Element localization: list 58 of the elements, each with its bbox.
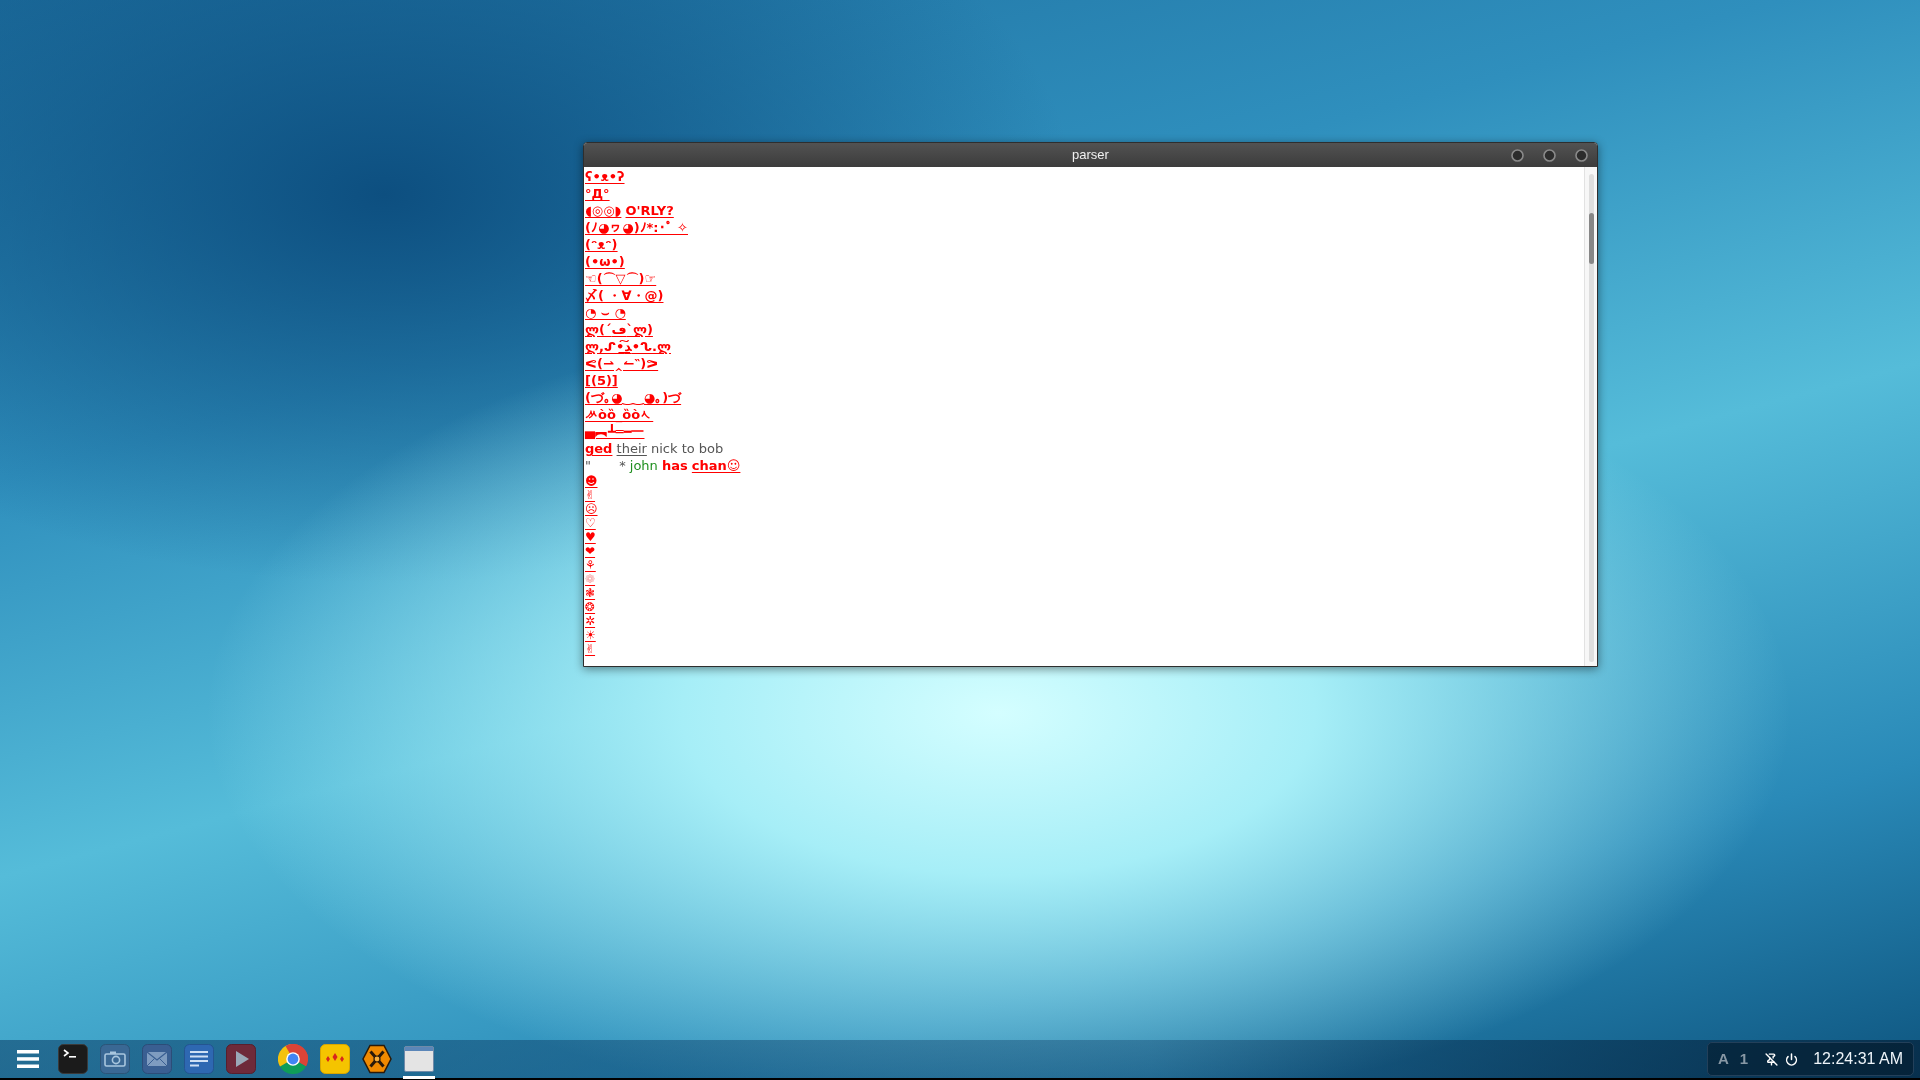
emoticon-text: ✌ bbox=[585, 642, 596, 656]
envelope-icon bbox=[142, 1044, 172, 1074]
keyboard-layout-indicator[interactable]: A bbox=[1717, 1047, 1729, 1071]
emoticon-text: ❁ bbox=[585, 572, 596, 586]
emoticon-text: ▄︻┻═━一 bbox=[585, 424, 645, 439]
emoticon-text: ლ(´ڡ`ლ) bbox=[585, 322, 653, 337]
emoticon-text: (ᵔᴥᵔ) bbox=[585, 237, 618, 252]
workspace-indicator[interactable]: 1 bbox=[1739, 1047, 1749, 1071]
emoticon-text: ᄽòȍ_ȍòᄾ bbox=[585, 407, 654, 422]
pin-off-icon[interactable] bbox=[1765, 1052, 1779, 1066]
emoticon-text: ☜(⌒▽⌒)☞ bbox=[585, 271, 657, 286]
diamonds-icon bbox=[320, 1044, 350, 1074]
clock-text: 12:24:31 AM bbox=[1813, 1049, 1903, 1069]
window-control-icon[interactable] bbox=[1543, 148, 1556, 162]
scrollbar-thumb[interactable] bbox=[1588, 213, 1594, 264]
emoticon-text: [(5)] bbox=[585, 373, 618, 388]
emoticon-text: ged bbox=[585, 441, 613, 456]
emoticon-text: ✲ bbox=[585, 614, 596, 628]
play-icon bbox=[226, 1044, 256, 1074]
camera-icon bbox=[100, 1044, 130, 1074]
emoticon-text: chan☺ bbox=[691, 458, 741, 473]
emoticon-text: ʕ•ᴥ•ʔ bbox=[585, 169, 625, 184]
chat-text: nick to bob bbox=[651, 441, 724, 456]
emoticon-text: (•ω•) bbox=[585, 254, 625, 269]
emoticon-text: ◖◎◎◗ bbox=[585, 203, 622, 218]
window-icon bbox=[404, 1046, 434, 1072]
chat-text: has bbox=[661, 458, 688, 473]
emoticon-text: ☹ bbox=[585, 502, 598, 516]
emoticon-text: ♡ bbox=[585, 516, 596, 530]
emoticon-text: ᕙ(⇀‸↼‶)ᕗ bbox=[585, 356, 659, 371]
emoticon-text: ლ,ᔑ•ﺪ͟͠•ᔐ.ლ bbox=[585, 339, 671, 354]
window-control-icon[interactable] bbox=[1511, 148, 1524, 162]
emoticon-text: ❤ bbox=[585, 544, 596, 558]
hexagon-icon bbox=[362, 1044, 392, 1074]
emoticon-text: 〆( ・∀・@) bbox=[585, 288, 664, 303]
emoticon-text: ⚘ bbox=[585, 558, 596, 572]
window-control-icon[interactable] bbox=[1575, 148, 1588, 162]
emoticon-text: ☻ bbox=[585, 474, 598, 488]
terminal-icon bbox=[58, 1044, 88, 1074]
menu-icon[interactable] bbox=[17, 1050, 39, 1068]
emoticon-text: ♥ bbox=[585, 530, 596, 544]
emoticon-text: (づ｡◕‿‿◕｡)づ bbox=[585, 390, 682, 405]
power-icon[interactable] bbox=[1785, 1052, 1799, 1066]
chat-text: their bbox=[616, 441, 647, 456]
document-icon bbox=[184, 1044, 214, 1074]
emoticon-text: ✌ bbox=[585, 488, 596, 502]
window-title: parser bbox=[1072, 146, 1109, 165]
emoticon-text: (ﾉ◕ヮ◕)ﾉ*:･ﾟ ✧ bbox=[585, 220, 688, 235]
emoticon-text: ❂ bbox=[585, 600, 596, 614]
emoticon-text: °Д° bbox=[585, 186, 610, 201]
segmented-circle-icon bbox=[278, 1044, 308, 1074]
chat-text: " bbox=[585, 458, 591, 473]
chat-text: * bbox=[619, 458, 626, 473]
emoticon-text: O'RLY? bbox=[625, 203, 674, 218]
emoticon-text: ☀ bbox=[585, 628, 596, 642]
emoticon-text: ❃ bbox=[585, 586, 596, 600]
nickname-text: john bbox=[629, 458, 658, 473]
emoticon-text: ◔ ⌣ ◔ bbox=[585, 305, 626, 320]
